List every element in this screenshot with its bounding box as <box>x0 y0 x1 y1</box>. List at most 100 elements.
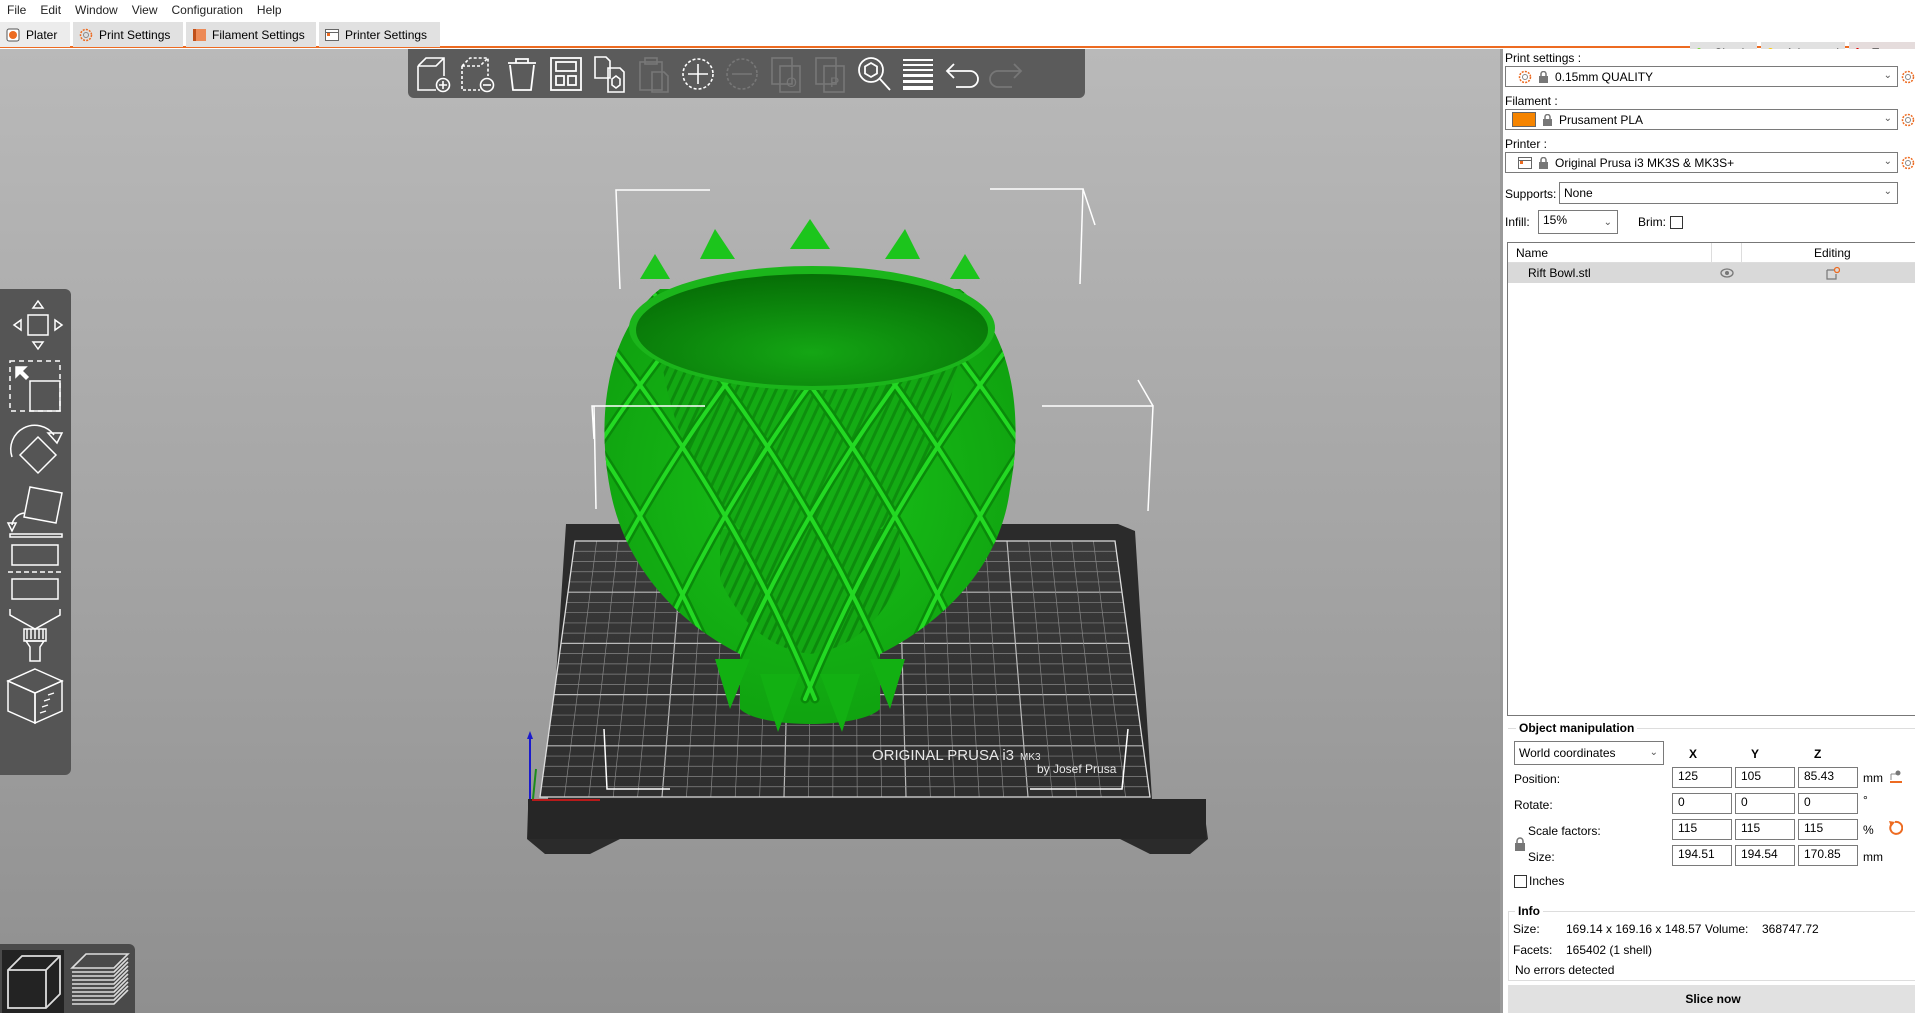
cut-tool-button[interactable] <box>4 541 66 603</box>
split-objects-button[interactable]: O <box>764 52 808 96</box>
lock-scale-icon[interactable] <box>1514 837 1526 851</box>
bed-sublabel: by Josef Prusa <box>1037 762 1117 776</box>
eye-icon[interactable] <box>1720 268 1734 278</box>
search-button[interactable] <box>852 52 896 96</box>
layers-stack-icon <box>70 953 130 1005</box>
menu-window[interactable]: Window <box>68 3 125 17</box>
position-label: Position: <box>1514 772 1561 786</box>
menu-edit[interactable]: Edit <box>33 3 68 17</box>
split-parts-icon: P <box>815 56 845 93</box>
3d-viewport[interactable]: ORIGINAL PRUSA i3 MK3 by Josef Prusa O P <box>0 49 1500 1013</box>
lattice-rib <box>310 289 560 699</box>
rotate-y-field[interactable]: 0 <box>1735 793 1795 814</box>
printer-combo[interactable]: Original Prusa i3 MK3S & MK3S+ ⌄ <box>1505 152 1898 173</box>
rotate-z-field[interactable]: 0 <box>1798 793 1858 814</box>
position-x-field[interactable]: 125 <box>1672 767 1732 788</box>
filament-combo[interactable]: Prusament PLA ⌄ <box>1505 109 1898 130</box>
chevron-down-icon: ⌄ <box>1883 156 1892 167</box>
split-parts-button[interactable]: P <box>808 52 852 96</box>
menu-help[interactable]: Help <box>250 3 289 17</box>
scale-z-field[interactable]: 115 <box>1798 819 1858 840</box>
3d-view-button[interactable] <box>2 950 64 1013</box>
column-name[interactable]: Name <box>1516 246 1548 260</box>
paint-brush-icon <box>9 609 61 662</box>
axis-x-label: X <box>1689 747 1698 761</box>
copy-button[interactable] <box>588 52 632 96</box>
scale-icon <box>9 360 61 412</box>
inches-checkbox[interactable] <box>1514 875 1527 888</box>
edit-print-settings-gear-icon[interactable] <box>1901 70 1915 84</box>
scale-x-field[interactable]: 115 <box>1672 819 1732 840</box>
edit-printer-gear-icon[interactable] <box>1901 156 1915 170</box>
supports-combo[interactable]: None ⌄ <box>1559 182 1898 204</box>
delete-all-button[interactable] <box>500 52 544 96</box>
tab-label: Filament Settings <box>212 27 305 42</box>
lock-icon <box>1539 70 1548 83</box>
filament-color-swatch <box>1512 112 1536 127</box>
object-row[interactable]: Rift Bowl.stl <box>1508 263 1915 283</box>
size-z-field[interactable]: 170.85 <box>1798 845 1858 866</box>
tab-print-settings[interactable]: Print Settings <box>73 22 183 47</box>
undo-button[interactable] <box>940 52 984 96</box>
size-x-field[interactable]: 194.51 <box>1672 845 1732 866</box>
gear-icon <box>1518 70 1532 83</box>
undo-icon <box>945 62 979 88</box>
printer-label: Printer : <box>1505 137 1548 151</box>
tab-bar: Plater Print Settings Filament Settings … <box>0 20 1915 64</box>
drop-to-bed-icon[interactable] <box>1889 769 1903 783</box>
move-tool-button[interactable] <box>4 293 66 355</box>
rotate-x-field[interactable]: 0 <box>1672 793 1732 814</box>
scale-y-field[interactable]: 115 <box>1735 819 1795 840</box>
inches-label: Inches <box>1529 874 1565 888</box>
delete-button[interactable] <box>456 52 500 96</box>
scale-tool-button[interactable] <box>4 355 66 417</box>
tab-plater[interactable]: Plater <box>0 22 70 47</box>
tab-filament-settings[interactable]: Filament Settings <box>186 22 316 47</box>
size-label: Size: <box>1528 850 1555 864</box>
menu-configuration[interactable]: Configuration <box>165 3 250 17</box>
arrange-icon <box>550 56 582 91</box>
arrange-button[interactable] <box>544 52 588 96</box>
reset-scale-icon[interactable] <box>1887 820 1903 836</box>
place-on-face-icon <box>6 486 63 538</box>
paint-supports-button[interactable] <box>4 603 66 665</box>
filament-value: Prusament PLA <box>1559 112 1644 127</box>
position-z-field[interactable]: 85.43 <box>1798 767 1858 788</box>
remove-instance-button[interactable] <box>720 52 764 96</box>
bowl-model <box>310 219 1016 732</box>
info-title: Info <box>1515 904 1543 918</box>
seam-tool-button[interactable] <box>4 665 66 727</box>
menu-view[interactable]: View <box>125 3 165 17</box>
move-icon <box>12 299 64 351</box>
rotate-tool-button[interactable] <box>4 417 66 479</box>
infill-combo[interactable]: 15% ⌄ <box>1538 210 1618 234</box>
tab-printer-settings[interactable]: Printer Settings <box>319 22 440 47</box>
printer-value: Original Prusa i3 MK3S & MK3S+ <box>1555 155 1735 170</box>
menu-file[interactable]: File <box>0 3 33 17</box>
3d-cube-icon <box>7 955 61 1009</box>
add-button[interactable] <box>412 52 456 96</box>
print-settings-combo[interactable]: 0.15mm QUALITY ⌄ <box>1505 66 1898 87</box>
size-y-field[interactable]: 194.54 <box>1735 845 1795 866</box>
position-y-field[interactable]: 105 <box>1735 767 1795 788</box>
place-on-face-button[interactable] <box>4 479 66 541</box>
add-instance-icon <box>682 57 714 90</box>
add-instance-button[interactable] <box>676 52 720 96</box>
axis-z-label: Z <box>1814 747 1822 761</box>
column-editing[interactable]: Editing <box>1814 246 1851 260</box>
coordinate-system-combo[interactable]: World coordinates ⌄ <box>1514 741 1664 765</box>
layers-editing-button[interactable] <box>896 52 940 96</box>
paste-button[interactable] <box>632 52 676 96</box>
info-size-value: 169.14 x 169.16 x 148.57 <box>1566 922 1702 936</box>
rotate-unit: ° <box>1863 793 1868 807</box>
brim-checkbox[interactable] <box>1670 216 1683 229</box>
edit-object-icon[interactable] <box>1826 266 1840 280</box>
printer-icon <box>1518 156 1532 169</box>
redo-button[interactable] <box>984 52 1028 96</box>
coordinate-system-value: World coordinates <box>1519 746 1616 760</box>
slice-now-button[interactable]: Slice now <box>1508 985 1915 1013</box>
object-list: Name Editing Rift Bowl.stl <box>1507 242 1915 716</box>
preview-button[interactable] <box>68 950 130 1013</box>
edit-filament-gear-icon[interactable] <box>1901 113 1915 127</box>
infill-label: Infill: <box>1505 215 1530 229</box>
